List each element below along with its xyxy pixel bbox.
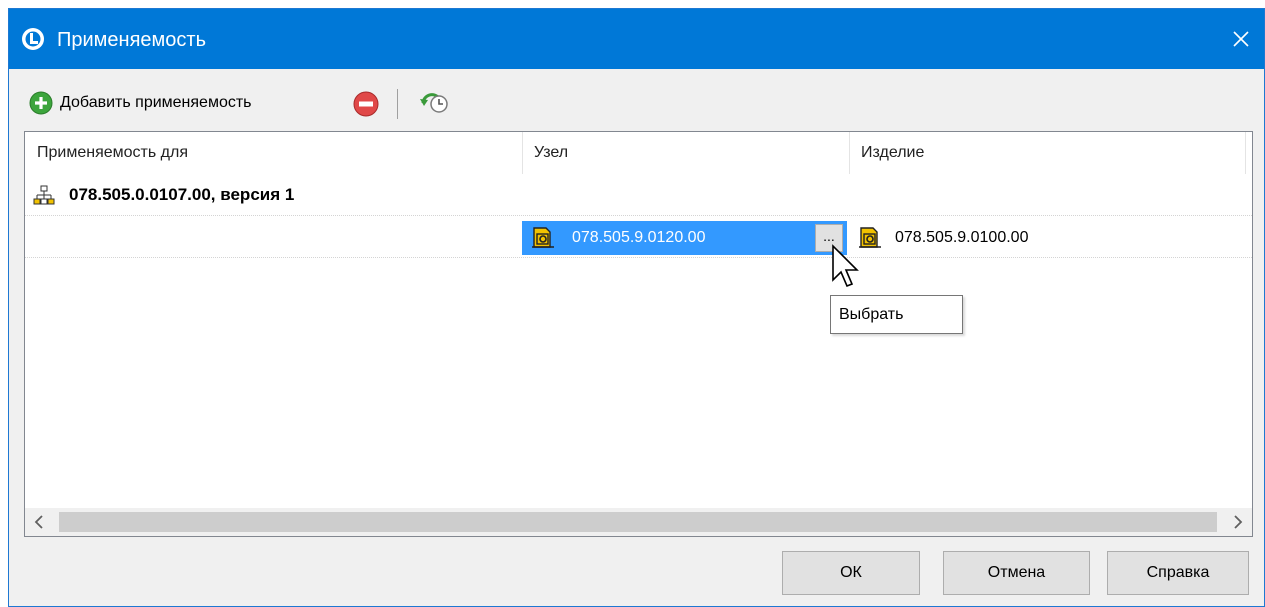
toolbar-separator — [397, 89, 398, 119]
cancel-button[interactable]: Отмена — [943, 551, 1090, 595]
remove-button[interactable] — [353, 91, 379, 117]
column-header-node[interactable]: Узел — [522, 132, 849, 174]
close-button[interactable] — [1218, 9, 1264, 69]
tooltip: Выбрать — [830, 295, 963, 334]
remove-icon — [353, 91, 379, 117]
add-icon — [29, 91, 53, 115]
applicability-grid[interactable]: Применяемость для Узел Изделие 078.505.0… — [24, 131, 1253, 537]
scroll-right-button[interactable] — [1224, 508, 1252, 536]
group-label: 078.505.0.0107.00, версия 1 — [69, 185, 295, 204]
scroll-right-icon — [1234, 515, 1243, 529]
titlebar: Применяемость — [9, 9, 1264, 69]
node-cell-selected[interactable]: 078.505.9.0120.00 ... — [522, 221, 847, 255]
product-cell[interactable]: 078.505.9.0100.00 — [857, 221, 1247, 255]
column-header-applicability-for[interactable]: Применяемость для — [25, 132, 522, 174]
history-icon — [420, 93, 448, 113]
group-row[interactable]: 078.505.0.0107.00, версия 1 — [25, 174, 1252, 216]
horizontal-scrollbar[interactable] — [25, 508, 1252, 536]
help-button[interactable]: Справка — [1107, 551, 1249, 595]
column-divider[interactable] — [1245, 132, 1246, 174]
app-logo-icon — [21, 27, 45, 51]
product-value: 078.505.9.0100.00 — [895, 229, 1029, 246]
scroll-left-button[interactable] — [25, 508, 53, 536]
ok-button[interactable]: ОК — [782, 551, 920, 595]
scrollbar-thumb[interactable] — [59, 512, 1217, 532]
history-button[interactable] — [419, 91, 449, 117]
assembly-tree-icon — [33, 185, 55, 207]
node-value: 078.505.9.0120.00 — [572, 229, 706, 246]
window-title: Применяемость — [57, 29, 206, 51]
close-icon — [1233, 31, 1249, 47]
column-header-product[interactable]: Изделие — [849, 132, 1245, 174]
part-icon — [530, 225, 556, 251]
table-row[interactable]: 078.505.9.0120.00 ... 078.505.9.0100.00 — [25, 216, 1252, 258]
toolbar: Добавить применяемость — [9, 69, 1264, 131]
grid-header: Применяемость для Узел Изделие — [25, 132, 1252, 174]
scroll-left-icon — [34, 515, 43, 529]
add-applicability-label: Добавить применяемость — [60, 94, 252, 111]
cursor-arrow-icon — [832, 244, 859, 288]
add-applicability-button[interactable]: Добавить применяемость — [29, 91, 252, 115]
dialog-window: Применяемость Добавить применяемость При… — [8, 8, 1265, 607]
